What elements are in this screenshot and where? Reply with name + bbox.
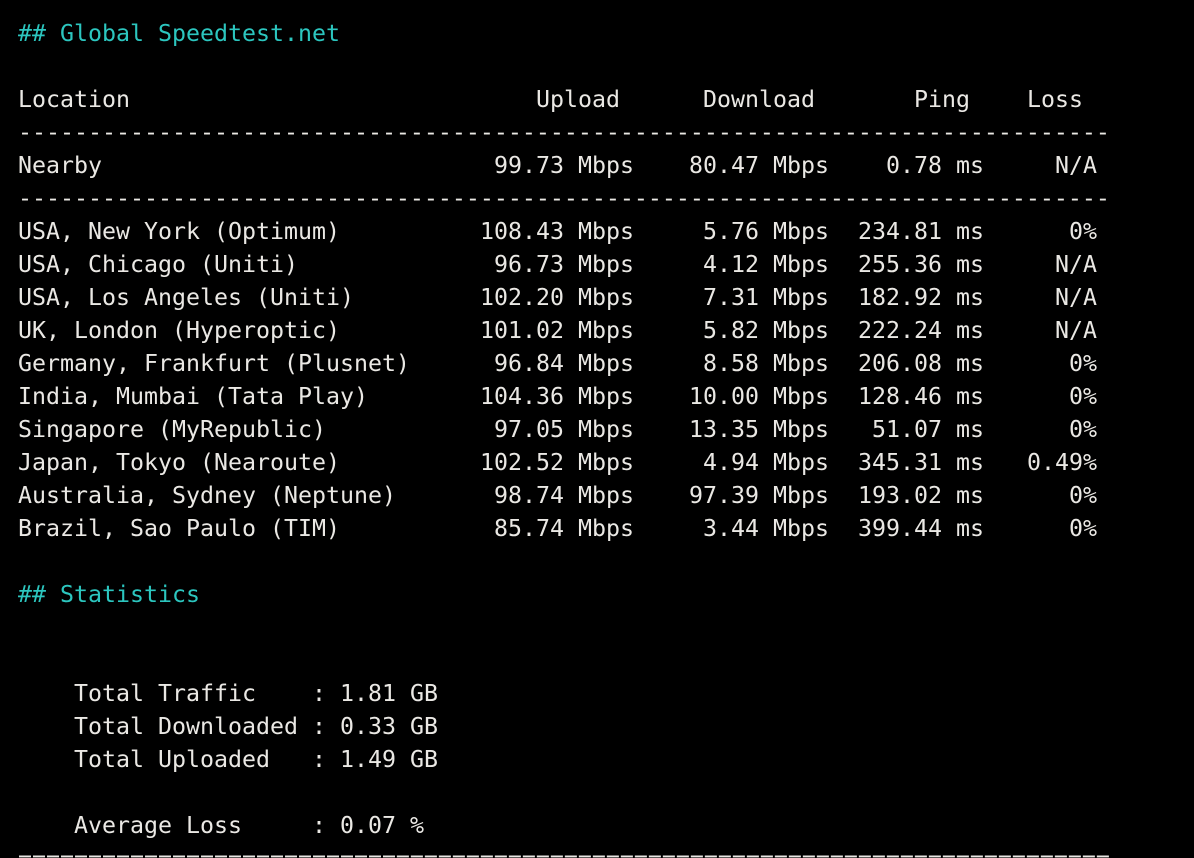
- separator-line: ----------------------------------------…: [18, 116, 1194, 149]
- terminal-screen: ## Global Speedtest.net Location Upload …: [0, 0, 1194, 858]
- cell-loss: N/A: [984, 248, 1097, 281]
- cell-download: 7.31 Mbps: [634, 281, 829, 314]
- header-location: Location: [18, 83, 438, 116]
- cell-loss: 0%: [984, 215, 1097, 248]
- stat-colon: :: [312, 812, 326, 839]
- stat-colon: :: [312, 746, 326, 773]
- cell-ping: 255.36 ms: [829, 248, 984, 281]
- blank-line: [18, 545, 1194, 578]
- cell-location: Germany, Frankfurt (Plusnet): [18, 347, 438, 380]
- table-row: USA, Chicago (Uniti) 96.73 Mbps 4.12 Mbp…: [18, 248, 1097, 281]
- cell-loss: N/A: [984, 314, 1097, 347]
- cell-loss: 0%: [984, 347, 1097, 380]
- cell-loss: N/A: [984, 149, 1097, 182]
- cell-location: USA, Chicago (Uniti): [18, 248, 438, 281]
- cell-ping: 193.02 ms: [829, 479, 984, 512]
- cell-ping: 234.81 ms: [829, 215, 984, 248]
- cell-location: USA, New York (Optimum): [18, 215, 438, 248]
- cell-upload: 101.02 Mbps: [438, 314, 634, 347]
- cell-upload: 96.73 Mbps: [438, 248, 634, 281]
- cell-download: 4.94 Mbps: [634, 446, 829, 479]
- cell-download: 5.76 Mbps: [634, 215, 829, 248]
- cell-location: USA, Los Angeles (Uniti): [18, 281, 438, 314]
- cell-ping: 0.78 ms: [829, 149, 984, 182]
- separator-line: ----------------------------------------…: [18, 182, 1194, 215]
- cell-loss: 0%: [984, 512, 1097, 545]
- header-download: Download: [634, 83, 829, 116]
- cell-upload: 85.74 Mbps: [438, 512, 634, 545]
- cell-ping: 182.92 ms: [829, 281, 984, 314]
- cell-download: 13.35 Mbps: [634, 413, 829, 446]
- cell-ping: 206.08 ms: [829, 347, 984, 380]
- footer-separator-line: ========================================…: [18, 842, 1194, 858]
- cell-download: 5.82 Mbps: [634, 314, 829, 347]
- table-row-nearby: Nearby 99.73 Mbps 80.47 Mbps 0.78 ms N/A: [18, 149, 1097, 182]
- cell-download: 8.58 Mbps: [634, 347, 829, 380]
- table-row: Singapore (MyRepublic) 97.05 Mbps 13.35 …: [18, 413, 1097, 446]
- cell-upload: 96.84 Mbps: [438, 347, 634, 380]
- cell-upload: 97.05 Mbps: [438, 413, 634, 446]
- cell-location: UK, London (Hyperoptic): [18, 314, 438, 347]
- cell-ping: 128.46 ms: [829, 380, 984, 413]
- stat-label: Average Loss: [74, 809, 312, 842]
- cell-upload: 102.52 Mbps: [438, 446, 634, 479]
- statistics-section-title: ## Statistics: [18, 578, 1194, 611]
- stat-label: Total Downloaded: [74, 710, 312, 743]
- cell-loss: 0%: [984, 479, 1097, 512]
- table-row: Brazil, Sao Paulo (TIM) 85.74 Mbps 3.44 …: [18, 512, 1097, 545]
- table-row: USA, Los Angeles (Uniti) 102.20 Mbps 7.3…: [18, 281, 1097, 314]
- table-row: UK, London (Hyperoptic) 101.02 Mbps 5.82…: [18, 314, 1097, 347]
- table-row: India, Mumbai (Tata Play) 104.36 Mbps 10…: [18, 380, 1097, 413]
- blank-line: [18, 50, 1194, 83]
- stat-label: Total Traffic: [74, 677, 312, 710]
- cell-ping: 222.24 ms: [829, 314, 984, 347]
- cell-ping: 399.44 ms: [829, 512, 984, 545]
- stat-label: Total Uploaded: [74, 743, 312, 776]
- stat-value: 1.49 GB: [340, 746, 438, 773]
- cell-location: Singapore (MyRepublic): [18, 413, 438, 446]
- stat-value: 1.81 GB: [340, 680, 438, 707]
- header-upload: Upload: [438, 83, 634, 116]
- table-row: USA, New York (Optimum) 108.43 Mbps 5.76…: [18, 215, 1097, 248]
- cell-loss: 0%: [984, 380, 1097, 413]
- table-row: Australia, Sydney (Neptune) 98.74 Mbps 9…: [18, 479, 1097, 512]
- cell-download: 97.39 Mbps: [634, 479, 829, 512]
- stat-colon: :: [312, 680, 326, 707]
- header-loss: Loss: [984, 83, 1097, 116]
- cell-download: 4.12 Mbps: [634, 248, 829, 281]
- speedtest-section-title: ## Global Speedtest.net: [18, 17, 1194, 50]
- table-header-row: Location Upload Download Ping Loss: [18, 83, 1097, 116]
- stat-value: 0.07 %: [340, 812, 424, 839]
- stat-total-traffic: Total Traffic:1.81 GB: [18, 644, 1194, 677]
- cell-upload: 104.36 Mbps: [438, 380, 634, 413]
- cell-location: Japan, Tokyo (Nearoute): [18, 446, 438, 479]
- cell-loss: N/A: [984, 281, 1097, 314]
- cell-download: 80.47 Mbps: [634, 149, 829, 182]
- cell-location: Brazil, Sao Paulo (TIM): [18, 512, 438, 545]
- cell-upload: 108.43 Mbps: [438, 215, 634, 248]
- cell-loss: 0%: [984, 413, 1097, 446]
- cell-loss: 0.49%: [984, 446, 1097, 479]
- table-row: Germany, Frankfurt (Plusnet) 96.84 Mbps …: [18, 347, 1097, 380]
- cell-location: Australia, Sydney (Neptune): [18, 479, 438, 512]
- cell-location: Nearby: [18, 149, 438, 182]
- cell-download: 3.44 Mbps: [634, 512, 829, 545]
- stat-average-loss: Average Loss:0.07 %: [18, 776, 1194, 809]
- table-row: Japan, Tokyo (Nearoute) 102.52 Mbps 4.94…: [18, 446, 1097, 479]
- stat-value: 0.33 GB: [340, 713, 438, 740]
- cell-location: India, Mumbai (Tata Play): [18, 380, 438, 413]
- cell-upload: 99.73 Mbps: [438, 149, 634, 182]
- cell-ping: 345.31 ms: [829, 446, 984, 479]
- cell-download: 10.00 Mbps: [634, 380, 829, 413]
- header-ping: Ping: [829, 83, 984, 116]
- cell-upload: 98.74 Mbps: [438, 479, 634, 512]
- cell-ping: 51.07 ms: [829, 413, 984, 446]
- cell-upload: 102.20 Mbps: [438, 281, 634, 314]
- stat-colon: :: [312, 713, 326, 740]
- blank-line: [18, 611, 1194, 644]
